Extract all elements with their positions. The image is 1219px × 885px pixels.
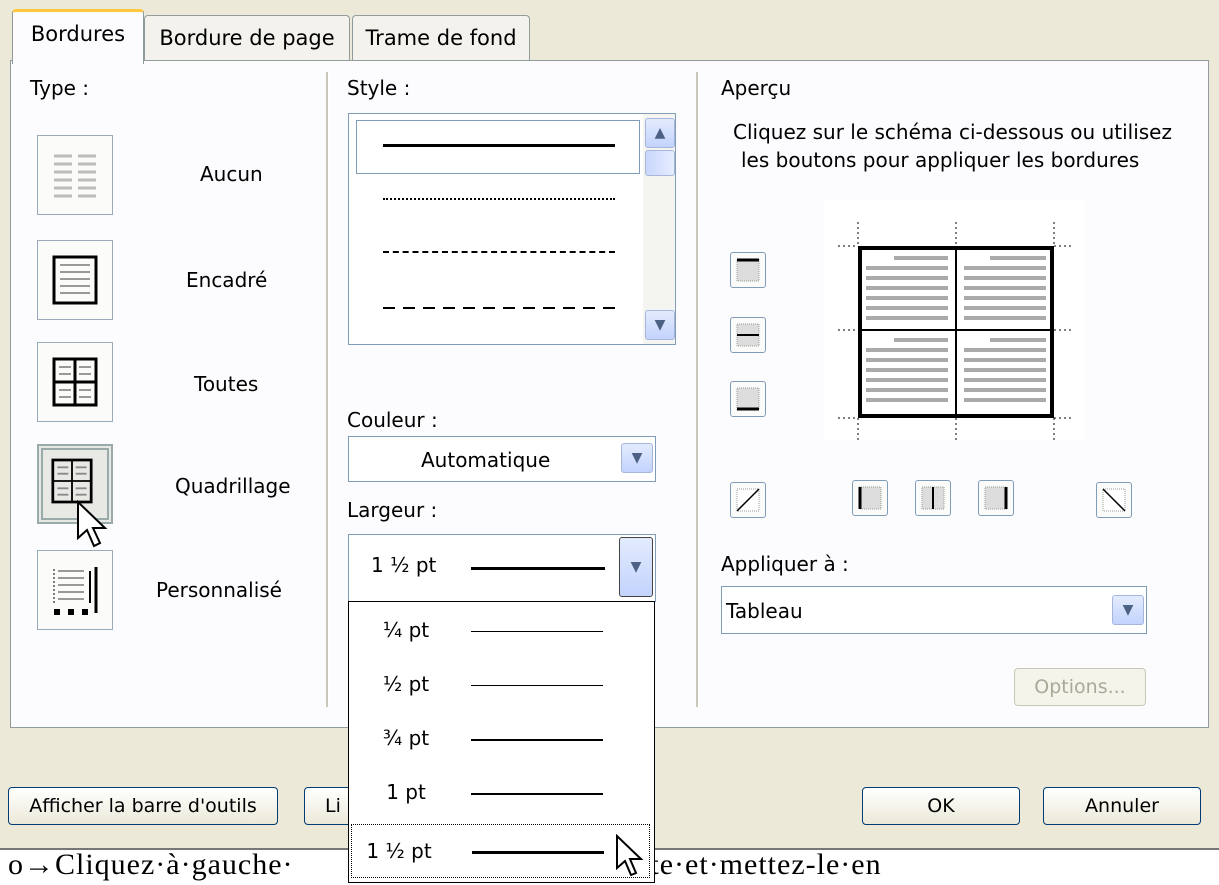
appliquer-dropdown-button[interactable]: ▼ [1112, 595, 1144, 625]
type-quadrillage-label: Quadrillage [175, 474, 291, 498]
couleur-dropdown-button[interactable]: ▼ [621, 443, 653, 473]
style-option-dashed[interactable] [383, 251, 615, 253]
largeur-value-line [471, 567, 605, 570]
separator-right [696, 72, 699, 707]
border-top-icon [736, 258, 760, 282]
largeur-label: Largeur : [347, 498, 438, 522]
options-button[interactable]: Options... [1014, 668, 1146, 706]
toutes-icon [52, 357, 98, 407]
encadre-icon [52, 255, 98, 305]
apercu-label: Aperçu [721, 76, 792, 100]
border-bottom-button[interactable] [730, 381, 766, 417]
type-encadre-button[interactable] [37, 240, 113, 320]
border-preview-diagram[interactable] [824, 200, 1084, 440]
largeur-option-quarter[interactable]: ¼ pt [349, 604, 654, 658]
couleur-value: Automatique [421, 448, 551, 472]
border-inside-vertical-button[interactable] [915, 480, 951, 516]
largeur-option-line [472, 851, 604, 854]
largeur-option-line [471, 685, 603, 686]
largeur-option-label: ½ pt [382, 672, 430, 696]
tab-bordures[interactable]: Bordures [12, 9, 144, 64]
border-right-icon [984, 486, 1008, 510]
apercu-hint-line2: les boutons pour appliquer les bordures [741, 148, 1140, 172]
scroll-thumb[interactable] [645, 150, 675, 176]
largeur-value: 1 ½ pt [371, 553, 437, 577]
largeur-option-line [471, 793, 603, 795]
type-personnalise-button[interactable] [37, 550, 113, 630]
largeur-option-line [471, 739, 603, 741]
aucun-icon [54, 154, 96, 198]
diagonal-up-icon [736, 488, 760, 512]
appliquer-select[interactable]: Tableau ▼ [721, 586, 1147, 634]
largeur-option-label: ¾ pt [382, 726, 430, 750]
border-inside-horizontal-icon [736, 323, 760, 347]
apercu-hint-line1: Cliquez sur le schéma ci-dessous ou util… [733, 120, 1172, 144]
largeur-select[interactable]: 1 ½ pt ▼ [348, 534, 656, 602]
ok-button[interactable]: OK [862, 787, 1020, 825]
appliquer-label: Appliquer à : [721, 552, 849, 576]
type-personnalise-label: Personnalisé [156, 578, 282, 602]
largeur-option-three-quarter[interactable]: ¾ pt [349, 712, 654, 766]
border-right-button[interactable] [978, 480, 1014, 516]
border-diagonal-down-button[interactable] [1096, 482, 1132, 518]
appliquer-value: Tableau [726, 599, 803, 623]
largeur-option-label: 1 ½ pt [366, 839, 432, 863]
tab-bordures-label: Bordures [30, 22, 126, 46]
style-listbox[interactable]: ▲ ▼ [348, 113, 676, 345]
border-left-button[interactable] [852, 480, 888, 516]
couleur-label: Couleur : [347, 408, 438, 432]
type-aucun-label: Aucun [200, 162, 263, 186]
type-toutes-label: Toutes [194, 372, 259, 396]
border-inside-horizontal-button[interactable] [730, 317, 766, 353]
personnalise-icon [53, 567, 98, 615]
largeur-option-line [471, 631, 603, 632]
largeur-option-label: ¼ pt [382, 618, 430, 642]
annuler-button[interactable]: Annuler [1043, 787, 1201, 825]
largeur-option-half[interactable]: ½ pt [349, 658, 654, 712]
mouse-cursor-icon [77, 500, 108, 548]
scroll-down-button[interactable]: ▼ [645, 310, 675, 340]
largeur-option-one-half[interactable]: 1 ½ pt [351, 824, 650, 878]
type-aucun-button[interactable] [37, 135, 113, 215]
border-top-button[interactable] [730, 252, 766, 288]
type-toutes-button[interactable] [37, 342, 113, 422]
separator-left [326, 72, 329, 707]
mouse-cursor-icon [616, 834, 644, 877]
style-solid-line [383, 144, 615, 147]
largeur-option-label: 1 pt [386, 780, 426, 804]
largeur-dropdown-button[interactable]: ▼ [619, 537, 653, 597]
type-encadre-label: Encadré [186, 268, 268, 292]
type-label: Type : [30, 76, 90, 100]
style-label: Style : [347, 76, 411, 100]
diagonal-down-icon [1102, 488, 1126, 512]
couleur-select[interactable]: Automatique ▼ [348, 436, 656, 482]
tab-trame-de-fond-label: Trame de fond [365, 26, 517, 50]
quadrillage-icon [51, 458, 93, 504]
scroll-up-button[interactable]: ▲ [645, 118, 675, 148]
style-option-solid[interactable] [356, 120, 640, 174]
largeur-option-one[interactable]: 1 pt [349, 766, 654, 820]
border-left-icon [858, 486, 882, 510]
afficher-barre-outils-button[interactable]: Afficher la barre d'outils [8, 787, 278, 825]
tab-bordure-de-page-label: Bordure de page [159, 26, 335, 50]
style-option-dotted[interactable] [383, 198, 615, 200]
largeur-dropdown-list: ¼ pt ½ pt ¾ pt 1 pt 1 ½ pt [348, 601, 655, 883]
border-diagonal-up-button[interactable] [730, 482, 766, 518]
border-inside-vertical-icon [921, 486, 945, 510]
style-option-long-dashed [383, 307, 615, 309]
tab-bordure-de-page[interactable]: Bordure de page [144, 15, 350, 60]
tab-trame-de-fond[interactable]: Trame de fond [352, 15, 530, 60]
border-bottom-icon [736, 387, 760, 411]
